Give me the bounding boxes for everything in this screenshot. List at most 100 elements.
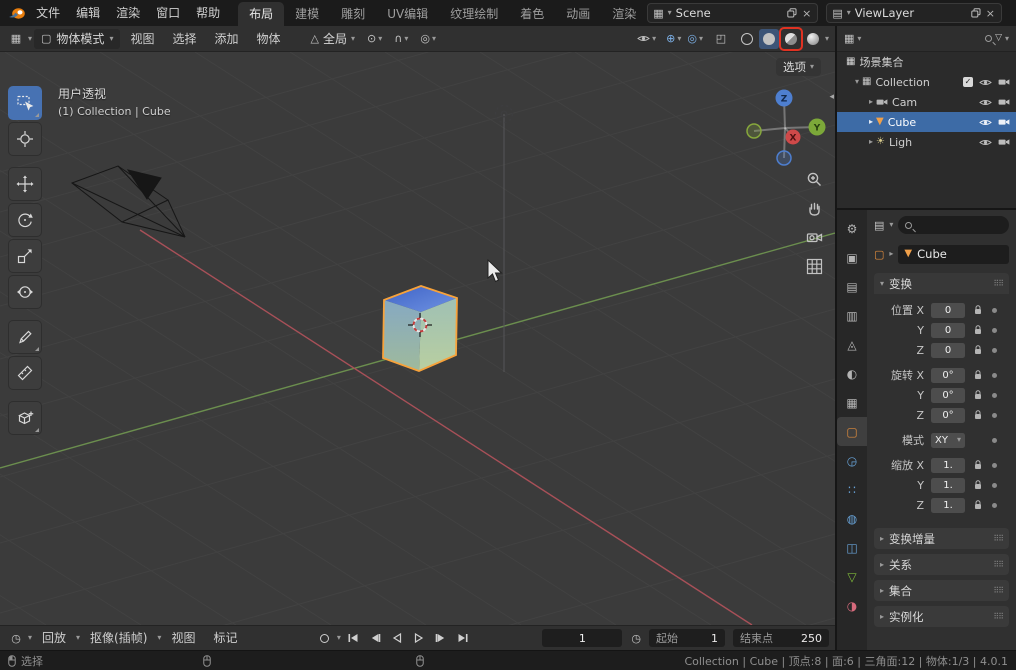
viewport-3d[interactable]: Z Y X 用户透视 (1) Collection | Cube 选项 ▾ ◂ — [0, 52, 835, 625]
menu-add[interactable]: 添加 — [206, 26, 246, 52]
current-frame-field[interactable]: 1 — [542, 629, 622, 647]
transform-orientation[interactable]: △ 全局 ▾ — [311, 30, 356, 47]
navigation-gizmo[interactable]: Z Y X — [747, 90, 826, 166]
grip-icon[interactable]: ⠿⠿ — [993, 560, 1003, 569]
pan-hand-button[interactable] — [803, 197, 825, 219]
sidebar-collapse-arrow[interactable]: ◂ — [829, 92, 834, 102]
menu-select[interactable]: 选择 — [164, 26, 204, 52]
visibility-button[interactable]: ▾ — [637, 34, 656, 43]
tab-sculpting[interactable]: 雕刻 — [330, 2, 376, 26]
menu-edit[interactable]: 编辑 — [68, 0, 108, 26]
tool-add-cube[interactable] — [8, 401, 42, 435]
tab-animation[interactable]: 动画 — [555, 2, 601, 26]
play-reverse-button[interactable] — [387, 629, 407, 647]
props-tab-physics[interactable]: ◍ — [837, 504, 867, 533]
search-icon[interactable] — [985, 35, 992, 42]
hide-eye-icon[interactable] — [979, 138, 992, 147]
xray-toggle[interactable]: ◰ — [711, 29, 731, 49]
menu-view[interactable]: 视图 — [122, 26, 162, 52]
jump-to-end-button[interactable] — [453, 629, 473, 647]
camera-object[interactable] — [72, 166, 185, 237]
gizmos-toggle[interactable]: ⊕ ▾ — [666, 33, 681, 44]
mode-selector[interactable]: ▢ 物体模式 ▾ — [34, 29, 120, 49]
props-tab-modifiers[interactable]: ◶ — [837, 446, 867, 475]
animate-dot[interactable] — [992, 308, 997, 313]
tool-cursor[interactable] — [8, 122, 42, 156]
menu-playback[interactable]: 回放 — [34, 625, 74, 651]
record-button[interactable] — [315, 629, 335, 647]
props-tab-object[interactable]: ▢ — [837, 417, 867, 446]
lock-icon[interactable] — [972, 370, 984, 380]
lock-icon[interactable] — [972, 390, 984, 400]
animate-dot[interactable] — [992, 413, 997, 418]
animate-dot[interactable] — [992, 393, 997, 398]
collection-checkbox[interactable]: ✓ — [963, 77, 973, 87]
new-viewlayer-icon[interactable] — [971, 8, 981, 18]
disable-render-camera-icon[interactable] — [998, 78, 1010, 86]
animate-dot[interactable] — [992, 328, 997, 333]
props-tab-output[interactable]: ▤ — [837, 272, 867, 301]
animate-dot[interactable] — [992, 438, 997, 443]
blender-logo-icon[interactable] — [6, 7, 28, 20]
grip-icon[interactable]: ⠿⠿ — [993, 586, 1003, 595]
disclosure-icon[interactable]: ▸ — [869, 98, 873, 106]
props-tab-collection[interactable]: ▦ — [837, 388, 867, 417]
zoom-button[interactable] — [803, 168, 825, 190]
section-collections[interactable]: ▸ 集合 ⠿⠿ — [874, 580, 1009, 601]
camera-view-button[interactable] — [803, 226, 825, 248]
tab-uv-editing[interactable]: UV编辑 — [376, 2, 439, 26]
location-x-field[interactable]: 0 — [931, 303, 965, 318]
lock-icon[interactable] — [972, 305, 984, 315]
disable-render-camera-icon[interactable] — [998, 98, 1010, 106]
hide-eye-icon[interactable] — [979, 98, 992, 107]
outliner-row-light[interactable]: ▸ ☀ Ligh — [837, 132, 1016, 152]
tool-move[interactable] — [8, 167, 42, 201]
tab-modeling[interactable]: 建模 — [284, 2, 330, 26]
menu-markers[interactable]: 标记 — [205, 625, 245, 651]
props-tab-render[interactable]: ▣ — [837, 243, 867, 272]
shading-rendered-button[interactable] — [803, 29, 823, 49]
ortho-grid-button[interactable] — [803, 255, 825, 277]
proportional-edit-button[interactable]: ◎ ▾ — [420, 33, 436, 44]
disclosure-icon[interactable]: ▸ — [869, 138, 873, 146]
props-tab-constraints[interactable]: ◫ — [837, 533, 867, 562]
options-dropdown[interactable]: 选项 ▾ — [776, 58, 821, 76]
menu-render[interactable]: 渲染 — [108, 0, 148, 26]
hide-eye-icon[interactable] — [979, 118, 992, 127]
snap-button[interactable]: ∩ ▾ — [394, 33, 408, 44]
menu-file[interactable]: 文件 — [28, 0, 68, 26]
lock-icon[interactable] — [972, 410, 984, 420]
section-instancing[interactable]: ▸ 实例化 ⠿⠿ — [874, 606, 1009, 627]
props-tab-world[interactable]: ◐ — [837, 359, 867, 388]
menu-help[interactable]: 帮助 — [188, 0, 228, 26]
gizmo-neg-y[interactable] — [747, 124, 761, 138]
section-relations[interactable]: ▸ 关系 ⠿⠿ — [874, 554, 1009, 575]
lock-icon[interactable] — [972, 460, 984, 470]
filter-icon[interactable]: ▽ — [995, 34, 1002, 43]
animate-dot[interactable] — [992, 348, 997, 353]
shading-solid-button[interactable] — [759, 29, 779, 49]
cube-object[interactable] — [383, 286, 457, 371]
tool-measure[interactable] — [8, 356, 42, 390]
scene-name[interactable]: Scene — [676, 6, 783, 20]
animate-dot[interactable] — [992, 483, 997, 488]
object-name-field[interactable]: ▼ Cube — [898, 245, 1009, 264]
gizmo-neg-z[interactable] — [777, 151, 791, 165]
props-tab-material[interactable]: ◑ — [837, 591, 867, 620]
animate-dot[interactable] — [992, 373, 997, 378]
location-y-field[interactable]: 0 — [931, 323, 965, 338]
disable-render-camera-icon[interactable] — [998, 138, 1010, 146]
editor-type-button[interactable]: ▦ — [6, 29, 26, 49]
outliner-row-scene-collection[interactable]: ▦ 场景集合 — [837, 52, 1016, 72]
frame-end-field[interactable]: 结束点 250 — [733, 629, 829, 647]
grip-icon[interactable]: ⠿⠿ — [993, 612, 1003, 621]
new-scene-icon[interactable] — [787, 8, 797, 18]
next-keyframe-button[interactable] — [431, 629, 451, 647]
grip-icon[interactable]: ⠿⠿ — [993, 279, 1003, 288]
unlink-scene-icon[interactable]: × — [801, 8, 812, 19]
outliner-row-camera[interactable]: ▸ Cam — [837, 92, 1016, 112]
props-tab-data[interactable]: ▽ — [837, 562, 867, 591]
animate-dot[interactable] — [992, 503, 997, 508]
frame-start-field[interactable]: 起始 1 — [649, 629, 725, 647]
tab-shading[interactable]: 着色 — [509, 2, 555, 26]
